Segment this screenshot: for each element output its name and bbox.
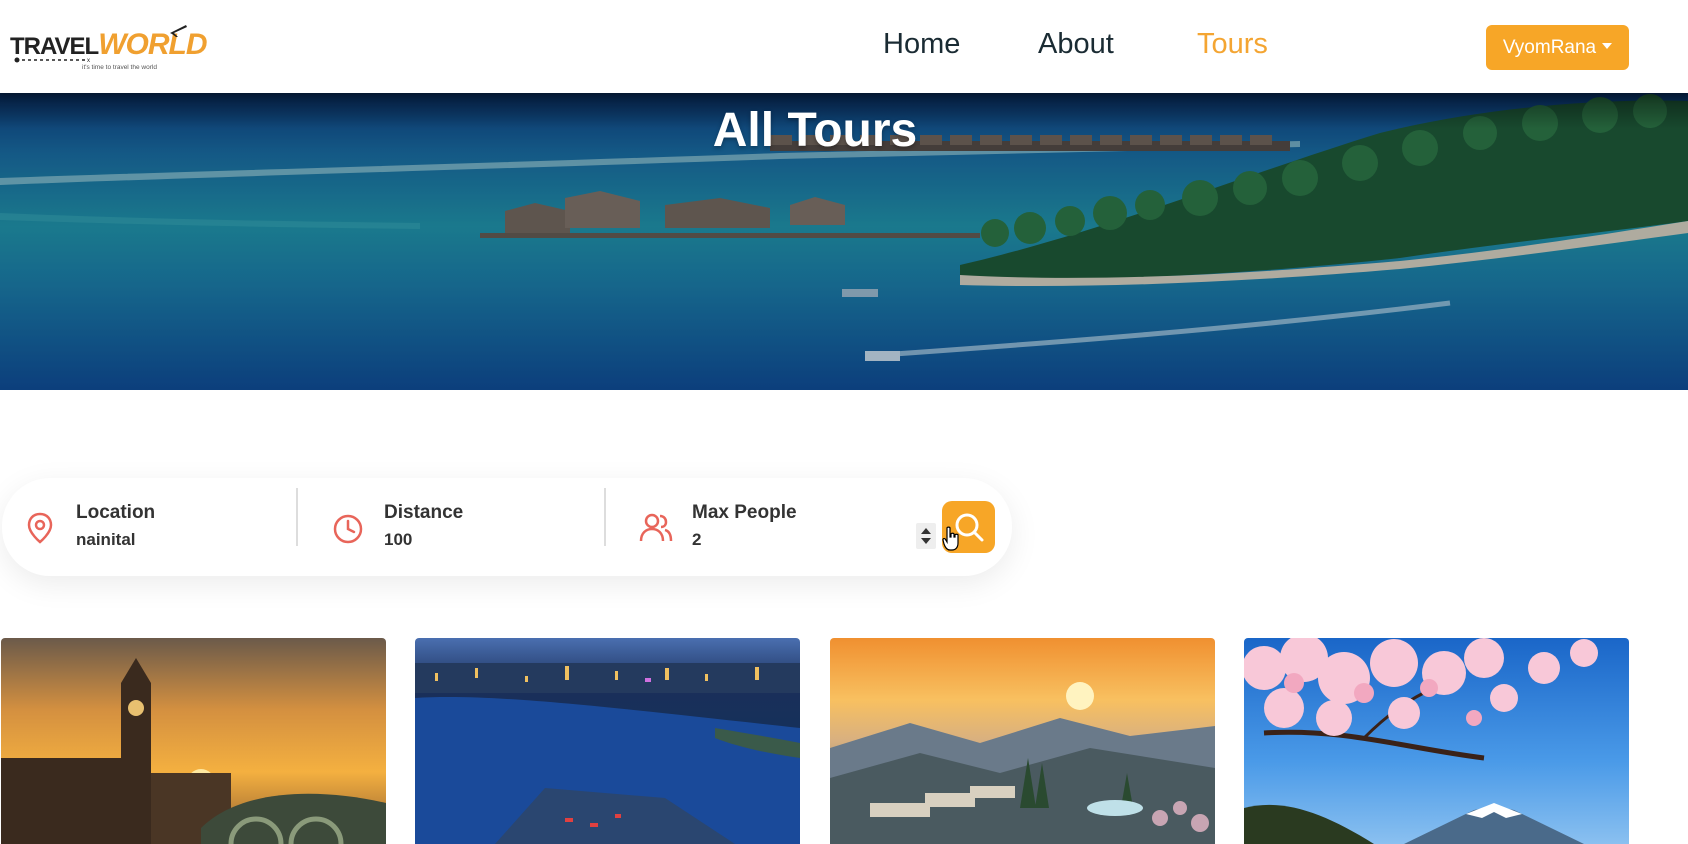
mountain-sunrise-resort-image: [830, 638, 1215, 844]
location-value[interactable]: nainital: [76, 530, 136, 550]
site-header: TRAVELWORLD x it's time to travel the wo…: [0, 0, 1688, 93]
max-people-label: Max People: [692, 502, 797, 523]
tour-card-image[interactable]: [1, 638, 386, 844]
cherry-blossom-mount-fuji-image: [1244, 638, 1629, 844]
clock-icon: [333, 514, 363, 544]
stepper-up-icon[interactable]: [921, 528, 931, 534]
map-pin-icon: [27, 512, 53, 544]
max-people-stepper[interactable]: [916, 523, 936, 549]
distance-field[interactable]: Distance 100: [330, 490, 600, 564]
logo-tagline: it's time to travel the world: [82, 64, 157, 71]
location-field[interactable]: Location nainital: [22, 490, 292, 564]
distance-label: Distance: [384, 502, 464, 523]
hand-cursor-icon: [942, 526, 959, 551]
main-nav: Home About Tours: [0, 24, 1688, 64]
big-ben-sunset-image: [1, 638, 386, 844]
nav-about[interactable]: About: [1038, 24, 1114, 64]
distance-value[interactable]: 100: [384, 530, 412, 550]
caret-down-icon: [1602, 42, 1613, 49]
max-people-field[interactable]: Max People 2: [638, 490, 938, 564]
users-icon: [639, 513, 673, 542]
hero-banner: All Tours: [0, 93, 1688, 390]
nav-home[interactable]: Home: [883, 24, 960, 64]
city-lake-night-image: [415, 638, 800, 844]
field-divider: [296, 488, 298, 546]
tour-card-image[interactable]: [830, 638, 1215, 844]
location-label: Location: [76, 502, 156, 523]
user-menu-button[interactable]: VyomRana: [1486, 25, 1629, 70]
tour-card-image[interactable]: [1244, 638, 1629, 844]
page-title: All Tours: [712, 104, 918, 157]
tour-search-form: Location nainital Distance 100 Max Peopl…: [2, 478, 1012, 576]
max-people-value[interactable]: 2: [692, 530, 701, 550]
nav-tours[interactable]: Tours: [1197, 24, 1268, 64]
user-name: VyomRana: [1502, 37, 1597, 58]
stepper-down-icon[interactable]: [921, 538, 931, 544]
tour-card-image[interactable]: [415, 638, 800, 844]
field-divider: [604, 488, 606, 546]
